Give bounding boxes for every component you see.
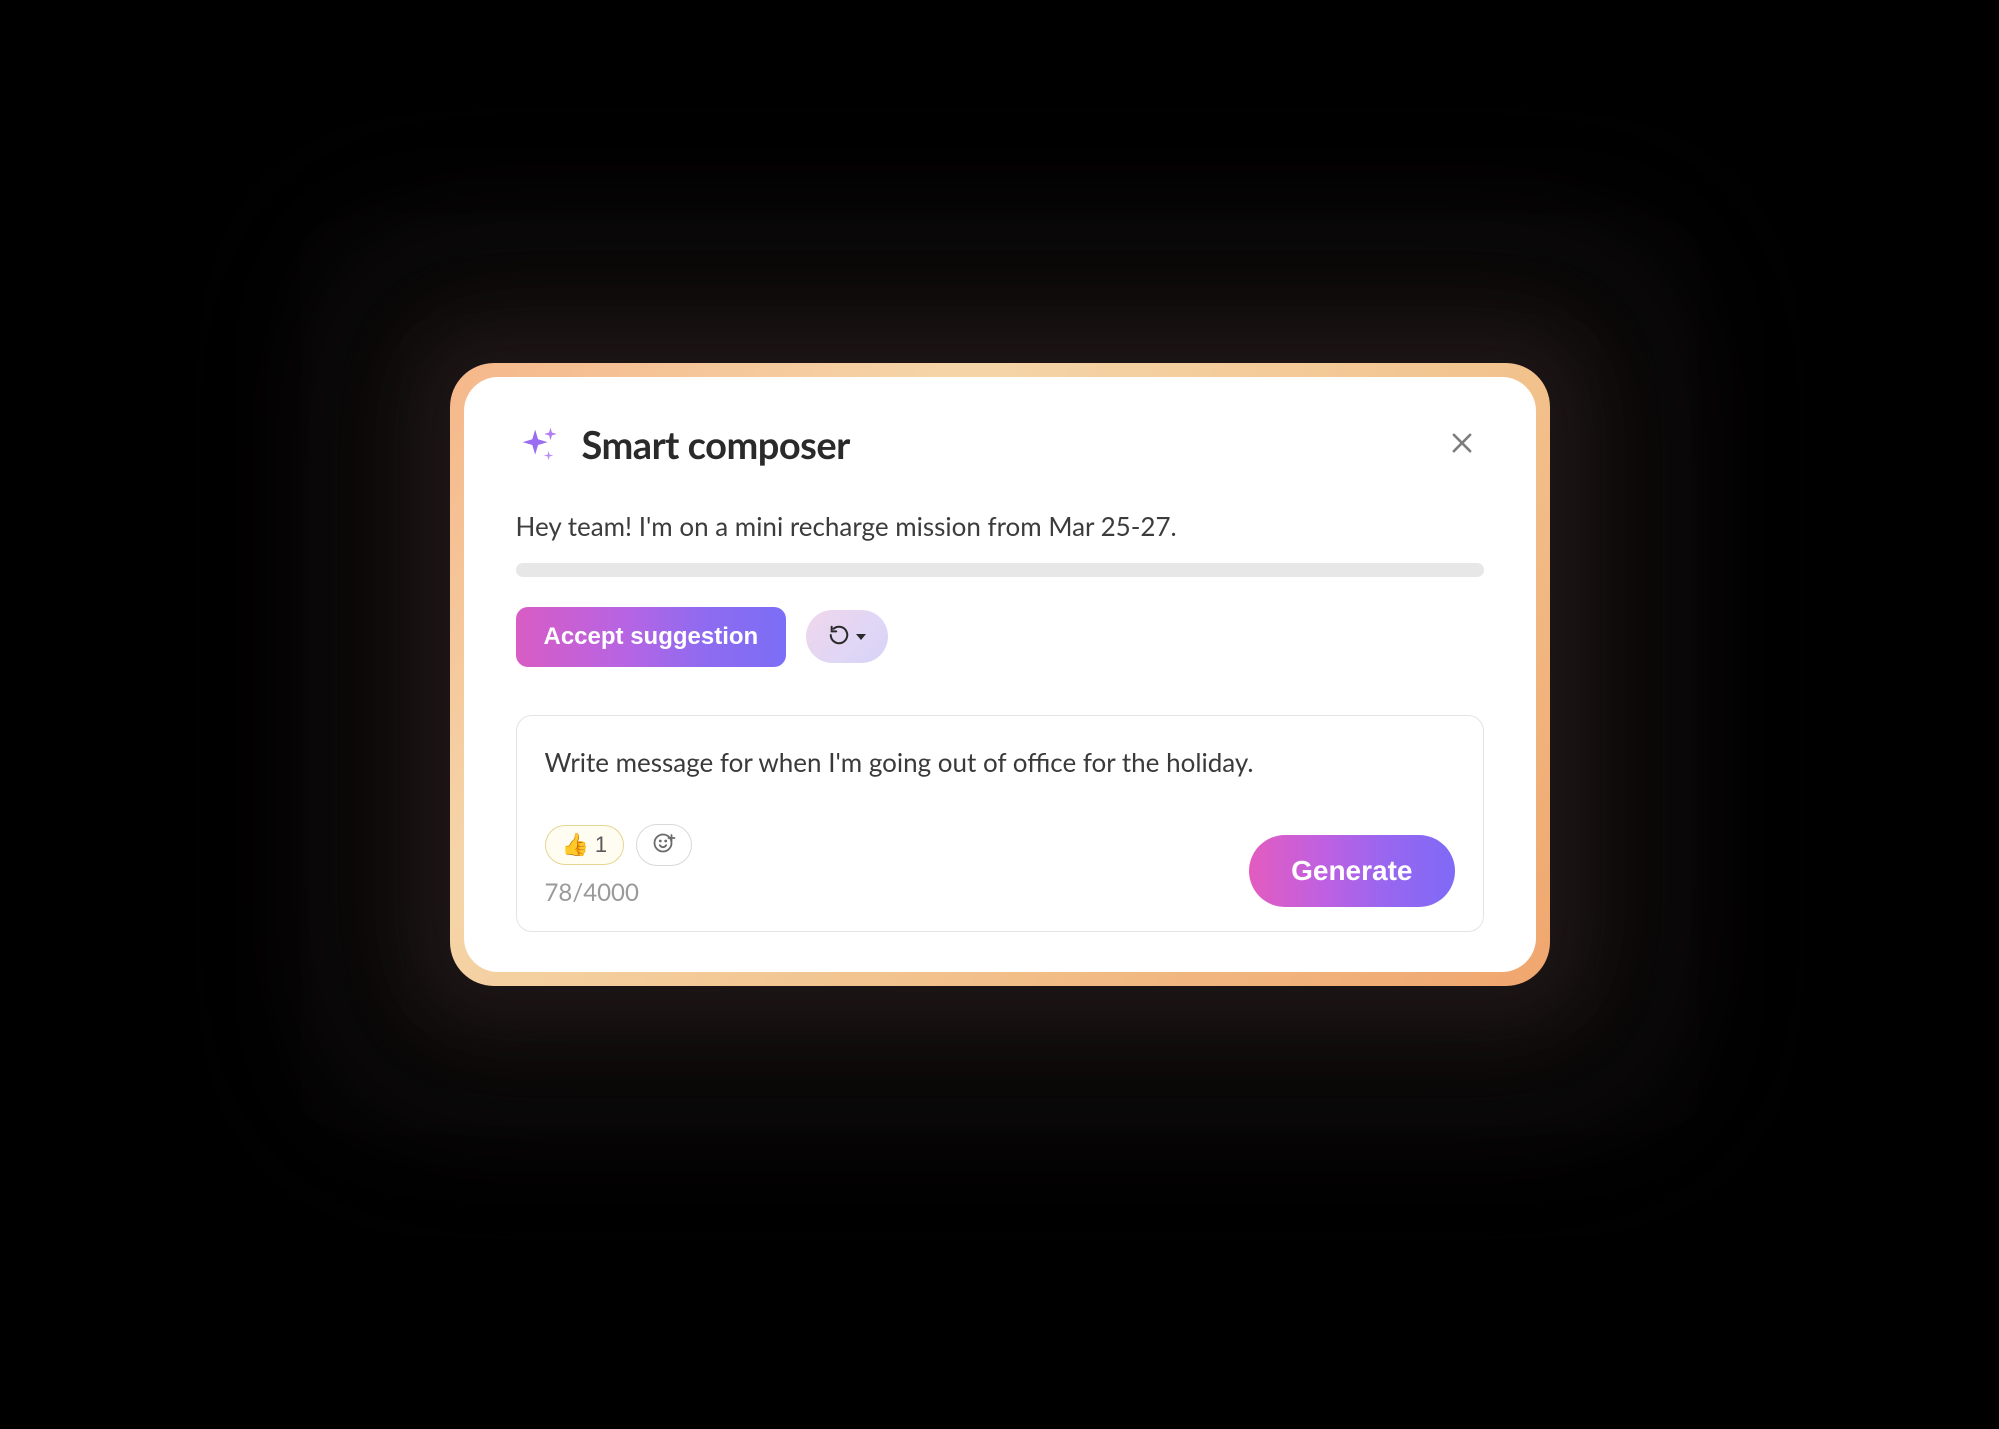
thumbs-up-count: 1 (595, 832, 607, 858)
close-icon (1448, 429, 1476, 460)
thumbs-up-reaction[interactable]: 👍 1 (545, 825, 625, 865)
input-footer: 👍 1 (545, 824, 1455, 907)
composer-panel: Smart composer Hey team! I'm on a mini r… (464, 377, 1536, 972)
composer-card: Smart composer Hey team! I'm on a mini r… (450, 363, 1550, 986)
suggestion-text: Hey team! I'm on a mini recharge mission… (516, 508, 1484, 544)
backdrop: Smart composer Hey team! I'm on a mini r… (0, 0, 1999, 1429)
prompt-input-value: Write message for when I'm going out of … (545, 744, 1455, 780)
close-button[interactable] (1440, 421, 1484, 468)
suggestion-placeholder-line (516, 563, 1484, 577)
sparkle-icon (516, 422, 562, 468)
suggestion-actions: Accept suggestion (516, 607, 1484, 667)
footer-left: 👍 1 (545, 824, 693, 907)
chevron-down-icon (856, 634, 866, 640)
add-reaction-icon (652, 831, 676, 858)
prompt-input-area[interactable]: Write message for when I'm going out of … (516, 715, 1484, 932)
generate-button[interactable]: Generate (1249, 835, 1454, 907)
thumbs-up-icon: 👍 (562, 832, 589, 858)
refresh-icon (828, 624, 850, 649)
composer-title: Smart composer (582, 422, 850, 468)
header-left: Smart composer (516, 422, 850, 468)
regenerate-button[interactable] (806, 610, 888, 663)
add-reaction-button[interactable] (636, 824, 692, 866)
char-counter: 78/4000 (545, 878, 693, 907)
composer-header: Smart composer (516, 421, 1484, 468)
reaction-row: 👍 1 (545, 824, 693, 866)
accept-suggestion-button[interactable]: Accept suggestion (516, 607, 787, 667)
